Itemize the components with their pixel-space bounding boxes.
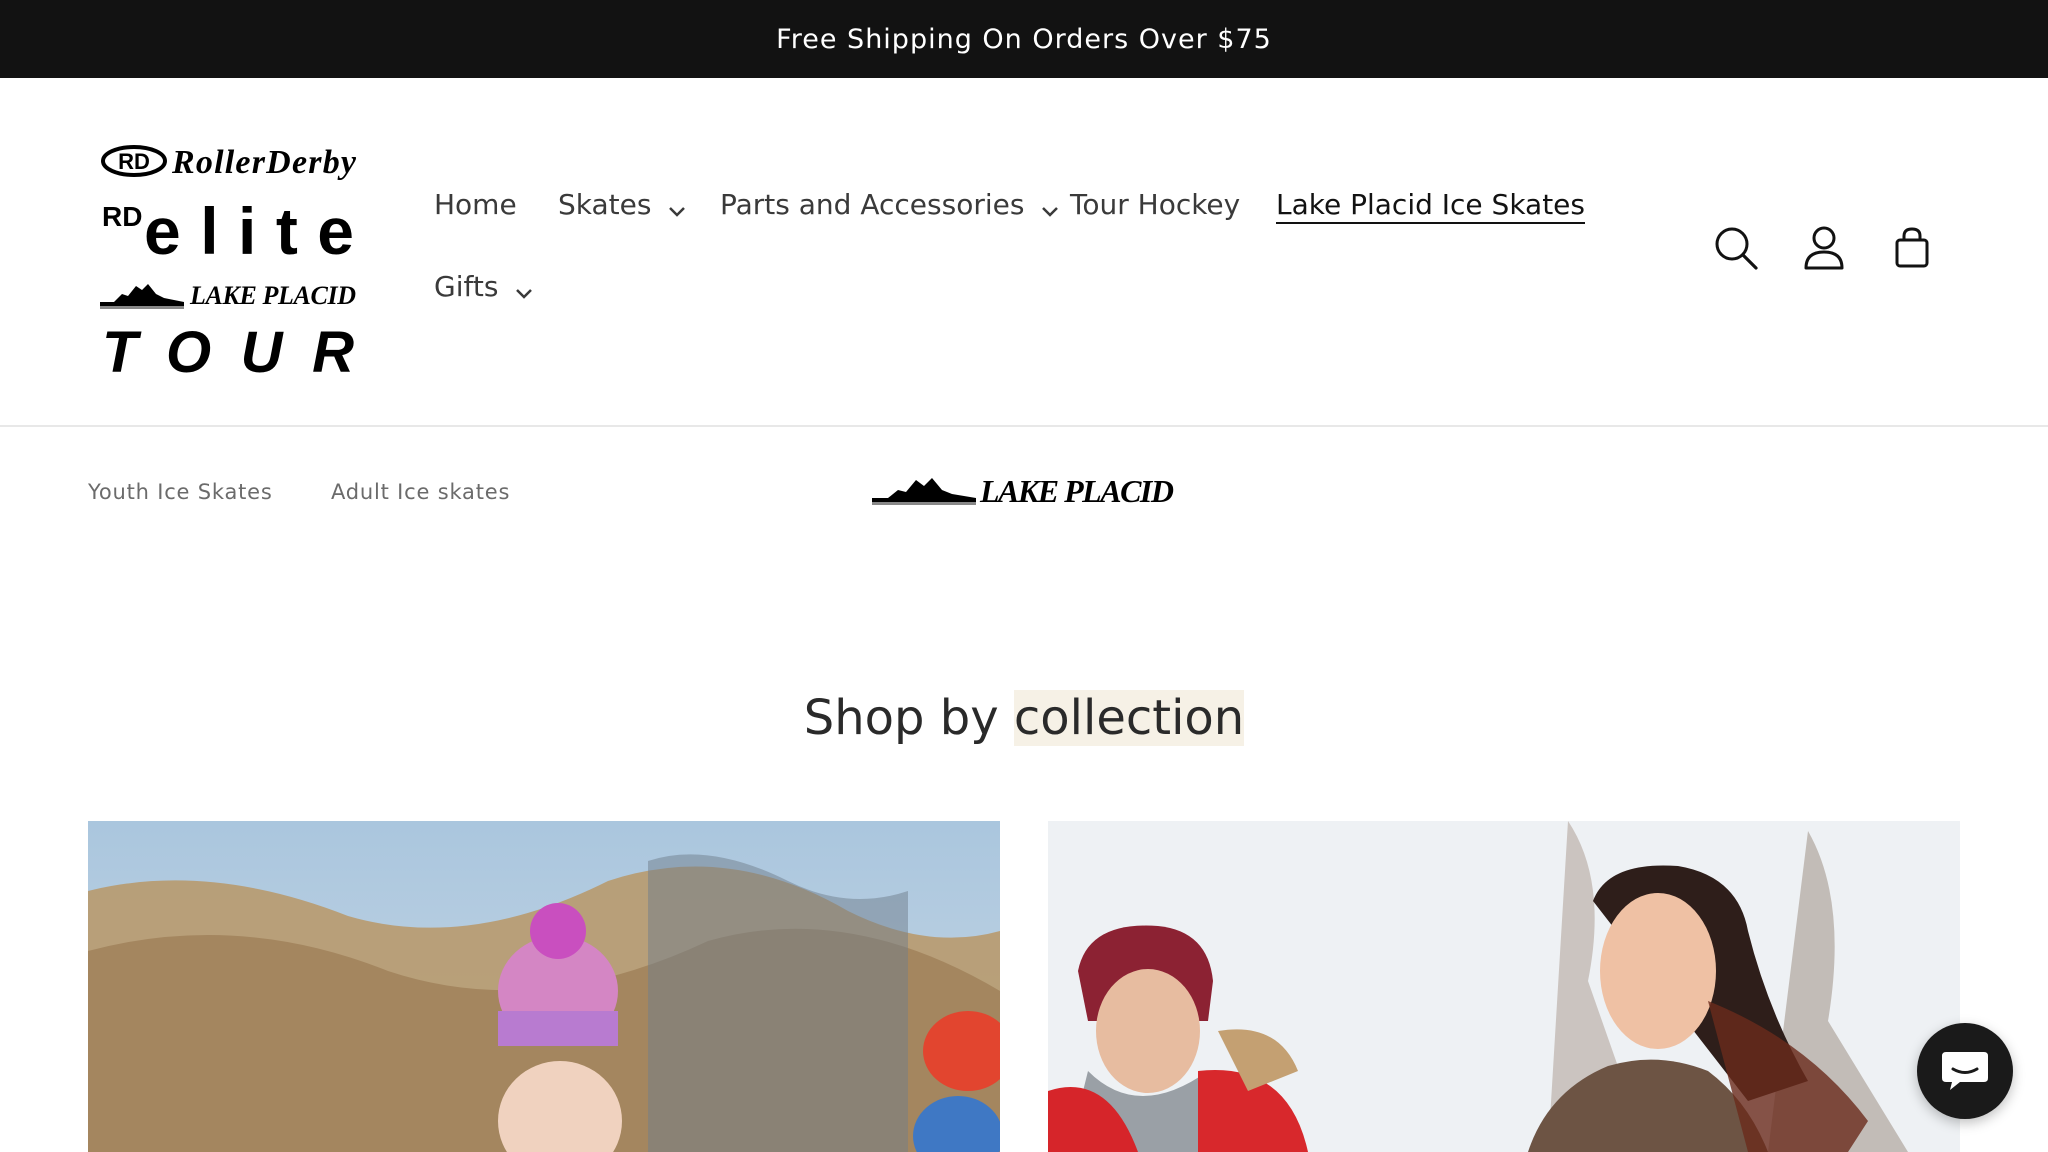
logo-elite: RD elite xyxy=(100,192,358,268)
section-title-highlight: collection xyxy=(1013,690,1245,746)
collection-image-couple-skating xyxy=(1048,821,1960,1152)
subnav-adult-ice-skates[interactable]: Adult Ice skates xyxy=(331,480,510,504)
nav-parts-accessories[interactable]: Parts and Accessories xyxy=(720,188,1060,221)
nav-home[interactable]: Home xyxy=(434,188,517,221)
svg-text:RD: RD xyxy=(102,201,142,232)
lake-placid-logo-text: LAKE PLACID xyxy=(979,473,1174,509)
chevron-down-icon xyxy=(514,277,534,299)
logo-rd-mark: RD xyxy=(118,149,150,174)
chat-icon xyxy=(1942,1052,1988,1090)
nav-gifts[interactable]: Gifts xyxy=(434,270,534,303)
nav-tour-hockey[interactable]: Tour Hockey xyxy=(1070,188,1240,221)
collection-card-adult[interactable] xyxy=(1048,821,1960,1152)
chevron-down-icon xyxy=(1040,195,1060,217)
logo-line-2: elite xyxy=(144,194,354,262)
section-title-prefix: Shop by xyxy=(803,690,1014,746)
site-header: RD RollerDerby RD elite LAKE PLACID TOUR xyxy=(0,78,2048,427)
nav-lake-placid-ice-skates[interactable]: Lake Placid Ice Skates xyxy=(1276,188,1585,221)
logo-tour: TOUR xyxy=(100,320,358,385)
logo-lakeplacid: LAKE PLACID xyxy=(100,272,358,312)
chat-button[interactable] xyxy=(1917,1023,2013,1119)
subnav-youth-ice-skates[interactable]: Youth Ice Skates xyxy=(88,480,273,504)
logo-line-4: TOUR xyxy=(102,320,354,380)
collection-image-child-skating xyxy=(88,821,1000,1152)
nav-skates[interactable]: Skates xyxy=(558,188,687,221)
collection-card-youth[interactable] xyxy=(88,821,1000,1152)
brand-logo[interactable]: RD RollerDerby RD elite LAKE PLACID TOUR xyxy=(100,140,358,385)
section-title: Shop by collection xyxy=(0,690,2048,746)
announcement-text: Free Shipping On Orders Over $75 xyxy=(776,23,1272,55)
logo-rollerderby: RD RollerDerby xyxy=(100,140,358,182)
lake-placid-logo[interactable]: LAKE PLACID xyxy=(872,470,1176,510)
announcement-bar: Free Shipping On Orders Over $75 xyxy=(0,0,2048,78)
logo-line-3: LAKE PLACID xyxy=(189,281,356,310)
search-icon[interactable] xyxy=(1712,224,1760,272)
account-icon[interactable] xyxy=(1800,224,1848,272)
cart-icon[interactable] xyxy=(1888,224,1936,272)
chevron-down-icon xyxy=(667,195,687,217)
logo-line-1: RollerDerby xyxy=(171,144,357,181)
